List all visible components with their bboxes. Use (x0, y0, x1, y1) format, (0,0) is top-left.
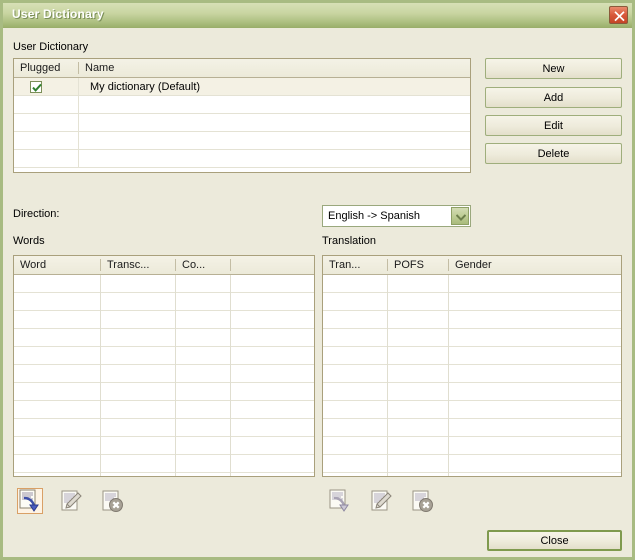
direction-select[interactable]: English -> Spanish (322, 205, 471, 227)
title-bar: User Dictionary (3, 3, 632, 28)
table-row[interactable] (323, 365, 621, 383)
column-header-plugged[interactable]: Plugged (14, 59, 78, 77)
document-add-arrow-icon[interactable] (17, 488, 43, 514)
table-row[interactable] (14, 347, 314, 365)
table-row[interactable] (323, 275, 621, 293)
translation-grid-body (323, 275, 621, 476)
close-button[interactable]: Close (487, 530, 622, 551)
dictionary-list[interactable]: Plugged Name My dictionary (Default) (13, 58, 471, 173)
table-row[interactable] (14, 114, 470, 132)
plugged-checkbox[interactable] (30, 81, 42, 93)
column-divider (100, 275, 101, 476)
table-row[interactable] (14, 329, 314, 347)
table-row[interactable] (14, 150, 470, 168)
document-pencil-icon[interactable] (368, 488, 394, 514)
table-row[interactable] (14, 419, 314, 437)
table-row[interactable]: My dictionary (Default) (14, 78, 470, 96)
column-divider (448, 275, 449, 476)
table-row[interactable] (323, 437, 621, 455)
column-header-gender[interactable]: Gender (449, 256, 619, 274)
dictionary-name: My dictionary (Default) (90, 81, 201, 93)
direction-label: Direction: (13, 208, 60, 220)
table-row[interactable] (323, 329, 621, 347)
column-header-comment[interactable]: Co... (176, 256, 230, 274)
add-button[interactable]: Add (485, 87, 622, 108)
window-title: User Dictionary (12, 7, 104, 21)
table-row[interactable] (14, 96, 470, 114)
column-header-extra[interactable] (231, 256, 314, 274)
table-row[interactable] (323, 347, 621, 365)
table-row[interactable] (14, 383, 314, 401)
table-row[interactable] (14, 275, 314, 293)
table-row[interactable] (323, 401, 621, 419)
column-divider (175, 275, 176, 476)
document-pencil-icon[interactable] (58, 488, 84, 514)
dictionary-list-body: My dictionary (Default) (14, 78, 470, 168)
words-label: Words (13, 235, 45, 247)
table-row[interactable] (14, 293, 314, 311)
user-dictionary-label: User Dictionary (13, 41, 89, 53)
table-row[interactable] (323, 419, 621, 437)
translation-grid[interactable]: Tran... POFS Gender (322, 255, 622, 477)
table-row[interactable] (14, 401, 314, 419)
words-grid-body (14, 275, 314, 476)
document-add-arrow-icon[interactable] (327, 488, 353, 514)
column-header-transcription[interactable]: Transc... (101, 256, 175, 274)
table-row[interactable] (323, 455, 621, 473)
translation-grid-header: Tran... POFS Gender (323, 256, 621, 275)
chevron-down-icon[interactable] (451, 207, 469, 225)
column-header-pofs[interactable]: POFS (388, 256, 448, 274)
column-divider (387, 275, 388, 476)
delete-button[interactable]: Delete (485, 143, 622, 164)
user-dictionary-dialog: User Dictionary User Dictionary Plugged … (0, 0, 635, 560)
column-header-translation[interactable]: Tran... (323, 256, 387, 274)
column-header-word[interactable]: Word (14, 256, 100, 274)
words-grid-header: Word Transc... Co... (14, 256, 314, 275)
row-divider (78, 96, 79, 113)
table-row[interactable] (323, 383, 621, 401)
new-button[interactable]: New (485, 58, 622, 79)
column-header-name[interactable]: Name (79, 59, 469, 77)
edit-button[interactable]: Edit (485, 115, 622, 136)
document-delete-icon[interactable] (99, 488, 125, 514)
column-divider (230, 275, 231, 476)
table-row[interactable] (14, 455, 314, 473)
table-row[interactable] (14, 132, 470, 150)
document-delete-icon[interactable] (409, 488, 435, 514)
row-divider (78, 78, 79, 95)
dictionary-list-header: Plugged Name (14, 59, 470, 78)
table-row[interactable] (14, 311, 314, 329)
row-divider (78, 114, 79, 131)
direction-selected-value: English -> Spanish (328, 210, 421, 222)
table-row[interactable] (14, 437, 314, 455)
table-row[interactable] (323, 311, 621, 329)
table-row[interactable] (14, 365, 314, 383)
close-icon[interactable] (609, 6, 628, 24)
row-divider (78, 132, 79, 149)
translation-label: Translation (322, 235, 377, 247)
words-grid[interactable]: Word Transc... Co... (13, 255, 315, 477)
row-divider (78, 150, 79, 167)
table-row[interactable] (323, 293, 621, 311)
